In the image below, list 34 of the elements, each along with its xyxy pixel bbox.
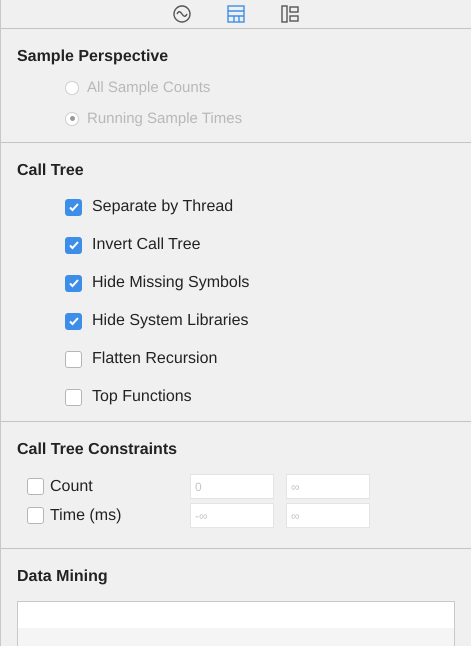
checkmark-icon [68,315,80,327]
checkmark-icon [68,201,80,213]
section-title: Call Tree Constraints [17,440,178,460]
checkbox[interactable] [27,507,44,524]
data-mining-list[interactable] [17,601,455,646]
max-field[interactable]: ∞ [286,474,370,499]
checkmark-icon [68,277,80,289]
checkbox-label: Invert Call Tree [92,235,200,255]
radio-label: Running Sample Times [87,108,242,128]
checkbox-label: Time (ms) [50,506,122,526]
checkbox[interactable] [65,198,82,216]
checkbox-label: Count [50,476,93,496]
section-title: Sample Perspective [17,47,170,67]
checkbox[interactable] [65,274,82,292]
max-field[interactable]: ∞ [286,503,370,528]
checkbox[interactable] [65,388,82,406]
checkbox[interactable] [65,236,82,254]
min-field[interactable]: -∞ [190,503,274,528]
section-title: Call Tree [17,161,85,181]
checkbox[interactable] [65,312,82,330]
waveform-circle-icon [172,4,192,24]
checkbox-label: Hide System Libraries [92,311,248,331]
min-field[interactable]: 0 [190,474,274,499]
checkmark-icon [68,239,80,251]
checkbox-label: Hide Missing Symbols [92,273,250,293]
checkbox[interactable] [27,478,44,495]
checkbox-label: Flatten Recursion [92,349,218,369]
section-title: Data Mining [17,567,109,587]
table-icon [226,4,246,24]
checkbox[interactable] [65,350,82,368]
radio-label: All Sample Counts [87,78,210,98]
checkbox-label: Separate by Thread [92,197,234,217]
checkbox-label: Top Functions [92,387,192,407]
tree-layout-icon [280,4,300,24]
